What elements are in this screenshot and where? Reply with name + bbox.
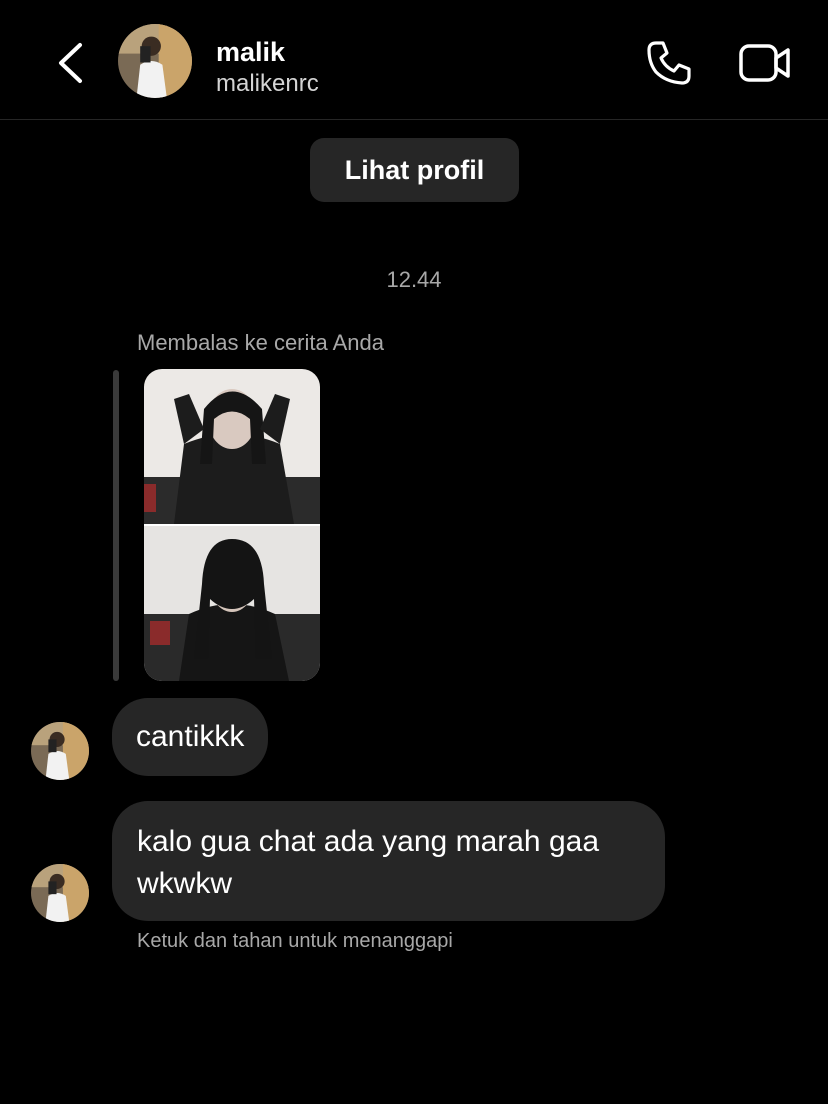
view-profile-button[interactable]: Lihat profil [310, 138, 519, 202]
story-thumbnail[interactable] [144, 369, 320, 681]
message-timestamp: 12.44 [386, 267, 442, 292]
tap-hold-hint: Ketuk dan tahan untuk menanggapi [137, 930, 453, 952]
avatar[interactable] [118, 24, 192, 98]
video-camera-icon [739, 44, 790, 82]
message-bubble[interactable]: cantikkk [112, 698, 269, 776]
story-reply-label: Membalas ke cerita Anda [137, 330, 385, 355]
sender-avatar[interactable] [31, 722, 89, 780]
chat-header: malik malikenrc [0, 0, 828, 120]
video-call-button[interactable] [738, 40, 792, 86]
reply-indicator-bar [113, 370, 119, 681]
contact-username[interactable]: malikenrc [216, 70, 319, 98]
call-button[interactable] [644, 38, 694, 88]
dm-screen: malik malikenrc Lihat profil 12.44 Memba… [0, 0, 828, 1104]
chevron-left-icon [59, 43, 82, 83]
phone-icon [647, 41, 691, 85]
sender-avatar[interactable] [31, 864, 89, 922]
message-bubble[interactable]: kalo gua chat ada yang marah gaa wkwkw [112, 801, 665, 921]
back-button[interactable] [52, 40, 92, 86]
contact-name[interactable]: malik [216, 37, 285, 68]
